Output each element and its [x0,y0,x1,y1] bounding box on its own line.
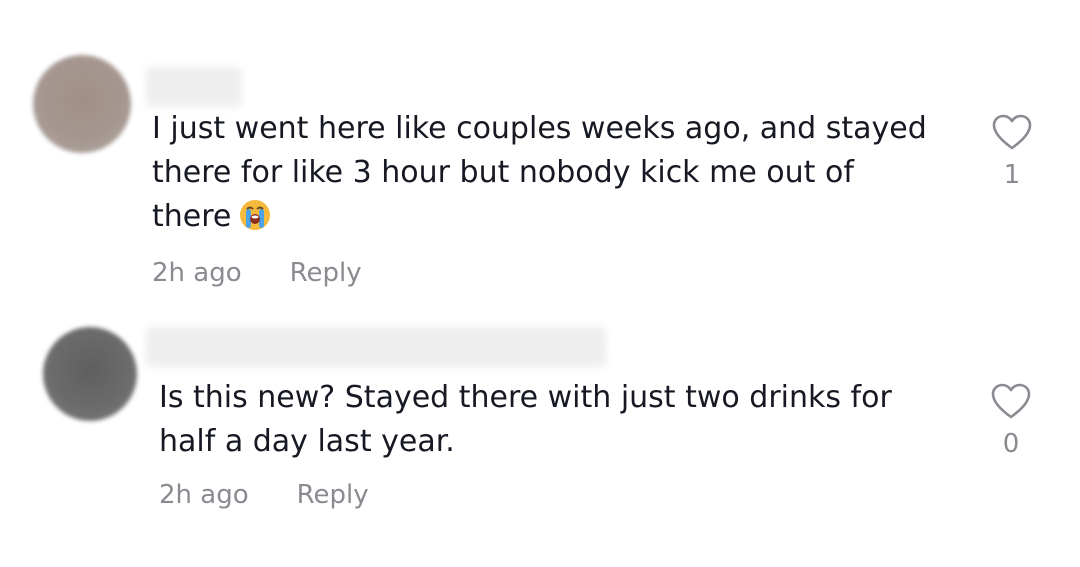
comment-text: Is this new? Stayed there with just two … [159,376,979,464]
username-redacted[interactable] [146,327,606,367]
comment-meta: 2h ago Reply [152,257,362,289]
like-count: 0 [1002,429,1020,459]
heart-icon[interactable] [992,114,1032,152]
comment-text-content: Is this new? Stayed there with just two … [159,380,892,459]
like-button[interactable]: 0 [986,383,1036,459]
heart-icon[interactable] [991,383,1031,421]
like-count: 1 [1003,160,1021,190]
comment-text: I just went here like couples weeks ago,… [152,107,972,239]
avatar[interactable] [43,327,137,421]
loudly-crying-face-icon [240,200,271,230]
avatar[interactable] [33,55,131,153]
username-redacted[interactable] [146,67,242,107]
like-button[interactable]: 1 [987,114,1037,190]
reply-button[interactable]: Reply [290,257,362,289]
comment-timestamp: 2h ago [152,258,242,288]
comment-timestamp: 2h ago [159,480,249,510]
comment-item: Is this new? Stayed there with just two … [0,300,1080,567]
comment-meta: 2h ago Reply [159,479,369,511]
reply-button[interactable]: Reply [297,479,369,511]
comment-item: I just went here like couples weeks ago,… [0,0,1080,300]
